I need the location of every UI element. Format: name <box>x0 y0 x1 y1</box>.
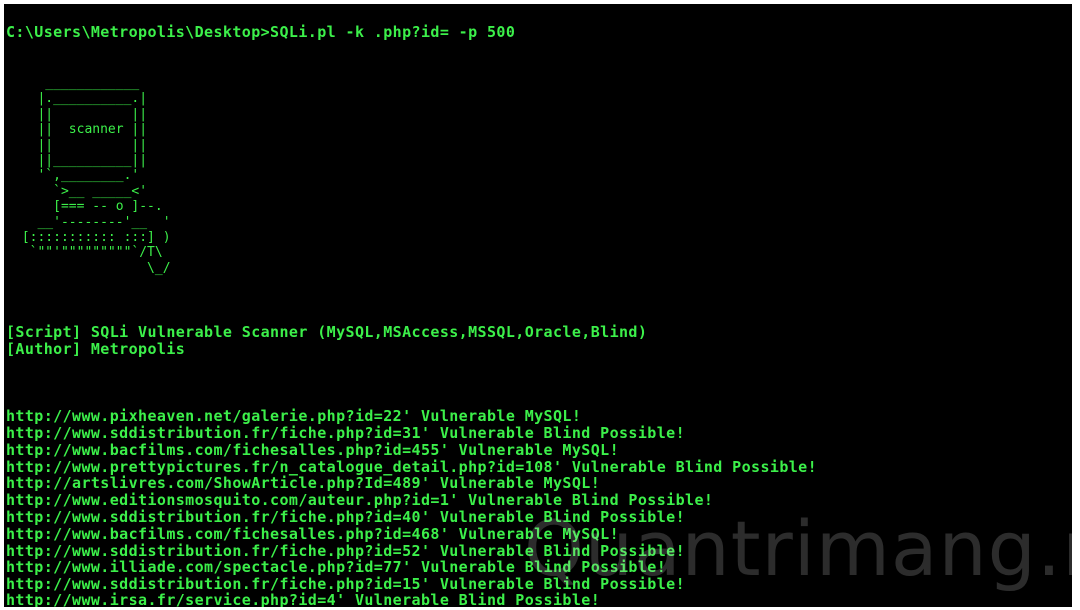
terminal-window: C:\Users\Metropolis\Desktop>SQLi.pl -k .… <box>0 0 1080 610</box>
result-line: http://www.bacfilms.com/fichesalles.php?… <box>6 441 619 459</box>
result-line: http://www.sddistribution.fr/fiche.php?i… <box>6 424 686 442</box>
console-output[interactable]: C:\Users\Metropolis\Desktop>SQLi.pl -k .… <box>4 4 1072 607</box>
result-line: http://www.irsa.fr/service.php?id=4' Vul… <box>6 591 601 607</box>
result-line: http://www.prettypictures.fr/n_catalogue… <box>6 458 818 476</box>
result-line: http://artslivres.com/ShowArticle.php?Id… <box>6 474 601 492</box>
scanner-ascii-art: ____________ |.__________.| || || || sca… <box>21 76 171 276</box>
watermark-logo: Quantrimang.net <box>524 504 1072 593</box>
banner-script-line: [Script] SQLi Vulnerable Scanner (MySQL,… <box>6 323 648 341</box>
command-prompt-line: C:\Users\Metropolis\Desktop>SQLi.pl -k .… <box>6 23 516 41</box>
banner-author-line: [Author] Metropolis <box>6 340 186 358</box>
result-line: http://www.pixheaven.net/galerie.php?id=… <box>6 407 582 425</box>
